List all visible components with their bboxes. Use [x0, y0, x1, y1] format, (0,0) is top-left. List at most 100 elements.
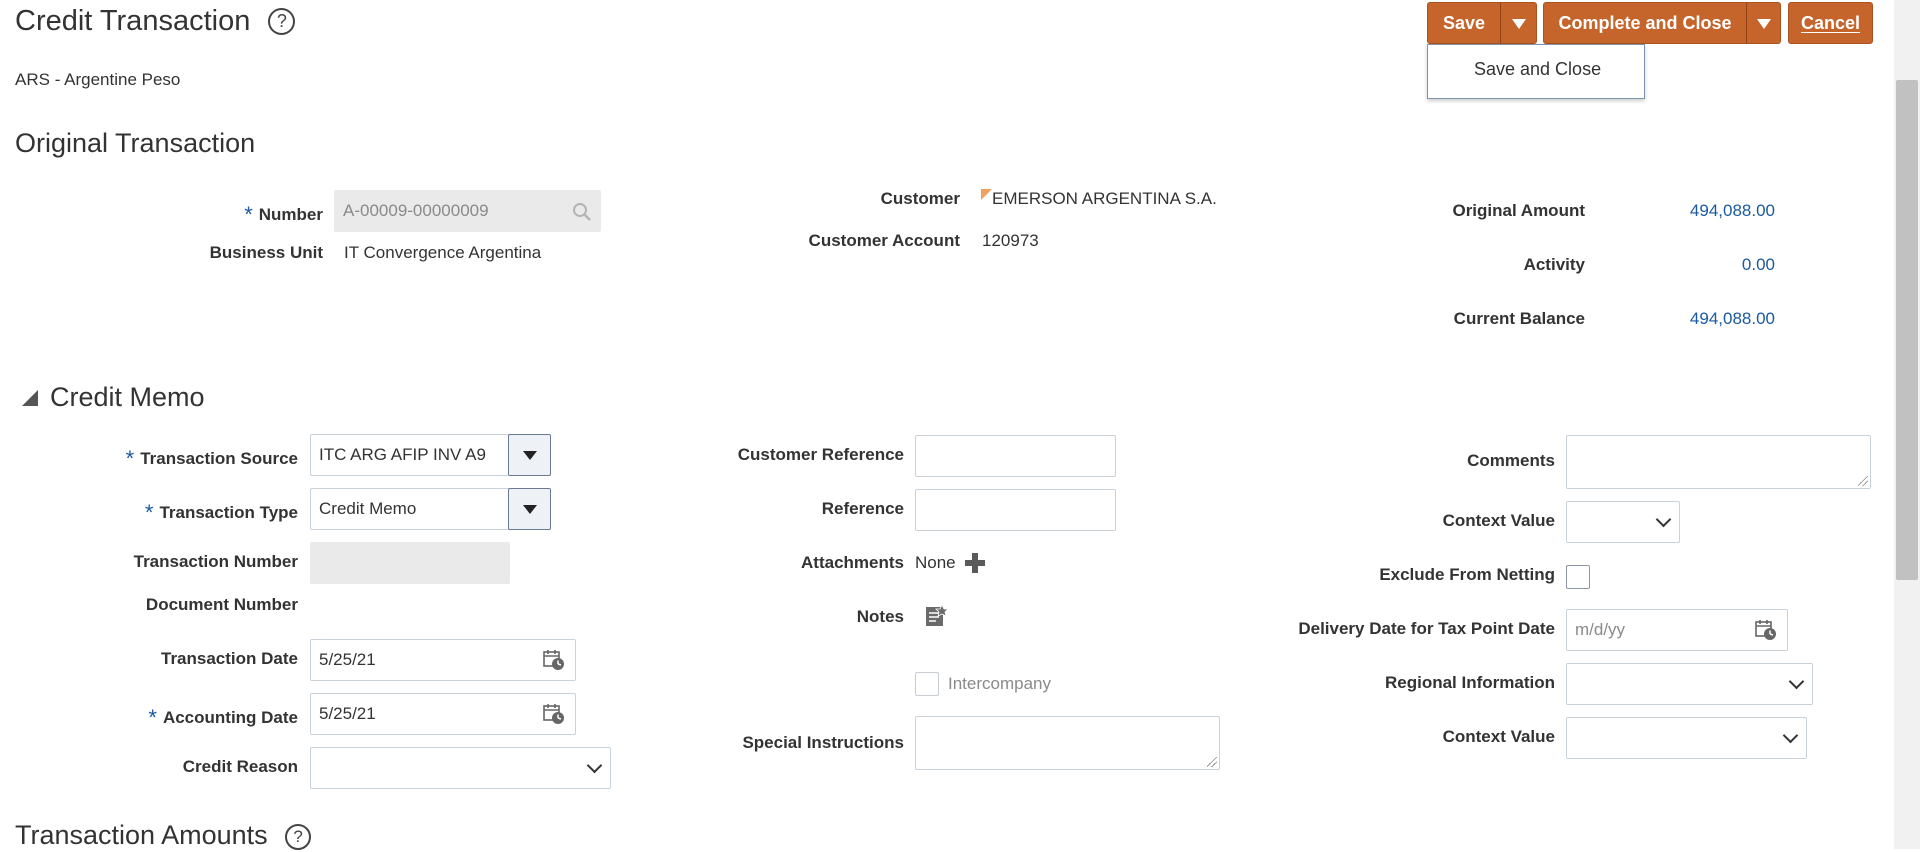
calendar-icon[interactable]: [543, 703, 565, 725]
resize-grip-icon[interactable]: [1207, 757, 1217, 767]
special-instructions-textarea[interactable]: [915, 716, 1220, 770]
section-title-original-transaction: Original Transaction: [15, 128, 256, 158]
transaction-number-label: Transaction Number: [133, 552, 298, 571]
context-value-select[interactable]: [1566, 501, 1680, 543]
transaction-type-dropdown-button[interactable]: [508, 488, 551, 530]
notes-label: Notes: [856, 607, 904, 626]
reference-input[interactable]: [915, 489, 1116, 531]
comments-textarea[interactable]: [1566, 435, 1871, 489]
save-menu-button[interactable]: [1500, 2, 1537, 44]
chevron-down-icon: [1782, 727, 1799, 744]
transaction-date-value: 5/25/21: [319, 650, 376, 669]
section-title-credit-memo: Credit Memo: [50, 382, 205, 412]
customer-label: Customer: [880, 189, 960, 208]
number-field[interactable]: A-00009-00000009: [334, 190, 601, 232]
transaction-source-label-text: Transaction Source: [140, 449, 298, 468]
calendar-icon[interactable]: [543, 649, 565, 671]
customer-value: EMERSON ARGENTINA S.A.: [992, 189, 1217, 208]
customer-reference-label: Customer Reference: [737, 445, 904, 464]
complete-and-close-button[interactable]: Complete and Close: [1543, 2, 1747, 44]
exclude-from-netting-checkbox[interactable]: [1566, 565, 1590, 589]
chevron-down-icon: [1655, 511, 1672, 528]
chevron-down-icon: [1788, 673, 1805, 690]
number-label: * Number: [150, 200, 323, 227]
vertical-scrollbar[interactable]: [1894, 0, 1920, 849]
section-title-transaction-amounts: Transaction Amounts ?: [15, 820, 312, 852]
context-value-2-select[interactable]: [1566, 717, 1807, 759]
required-indicator: *: [125, 446, 135, 471]
number-value: A-00009-00000009: [343, 201, 489, 220]
accounting-date-input[interactable]: 5/25/21: [310, 693, 576, 735]
transaction-date-label: Transaction Date: [161, 649, 298, 668]
accounting-date-value: 5/25/21: [319, 704, 376, 723]
save-dropdown-menu: Save and Close: [1427, 44, 1645, 99]
business-unit-value: IT Convergence Argentina: [344, 243, 542, 262]
credit-reason-label: Credit Reason: [182, 757, 298, 776]
currency-separator: -: [49, 70, 65, 89]
cancel-button-label: Cancel: [1800, 13, 1861, 33]
delivery-date-label: Delivery Date for Tax Point Date: [1298, 619, 1555, 638]
current-balance-label: Current Balance: [1453, 309, 1585, 328]
transaction-amounts-title: Transaction Amounts: [15, 820, 268, 850]
intercompany-label: Intercompany: [948, 674, 1051, 693]
question-circle-icon[interactable]: ?: [268, 8, 296, 35]
resize-grip-icon[interactable]: [1858, 476, 1868, 486]
complete-menu-button[interactable]: [1746, 2, 1781, 44]
credit-reason-select[interactable]: [310, 747, 611, 789]
chevron-down-icon: [586, 757, 603, 774]
transaction-source-dropdown-button[interactable]: [508, 434, 551, 476]
notes-icon[interactable]: [925, 604, 949, 628]
context-value-2-label: Context Value: [1442, 727, 1555, 746]
number-label-text: Number: [258, 205, 323, 224]
activity-value[interactable]: 0.00: [1660, 255, 1775, 275]
transaction-type-value: Credit Memo: [319, 499, 417, 518]
currency-label: ARS - Argentine Peso: [15, 70, 180, 90]
transaction-type-input[interactable]: Credit Memo: [310, 488, 510, 530]
original-amount-label: Original Amount: [1452, 201, 1585, 220]
exclude-from-netting-label: Exclude From Netting: [1379, 565, 1555, 584]
required-indicator: *: [244, 202, 253, 227]
intercompany-checkbox[interactable]: [915, 672, 939, 696]
search-icon[interactable]: [572, 202, 592, 222]
regional-information-select[interactable]: [1566, 663, 1813, 705]
question-circle-icon[interactable]: ?: [285, 824, 312, 850]
transaction-date-input[interactable]: 5/25/21: [310, 639, 576, 681]
customer-account-label: Customer Account: [808, 231, 960, 250]
regional-information-label: Regional Information: [1385, 673, 1555, 692]
context-value-label: Context Value: [1442, 511, 1555, 530]
accounting-date-label: * Accounting Date: [60, 703, 298, 730]
complete-and-close-label: Complete and Close: [1558, 13, 1732, 33]
special-instructions-label: Special Instructions: [742, 733, 904, 752]
customer-account-value: 120973: [982, 231, 1039, 250]
current-balance-value[interactable]: 494,088.00: [1660, 309, 1775, 329]
scrollbar-thumb[interactable]: [1896, 80, 1918, 580]
page-title-text: Credit Transaction: [15, 5, 251, 37]
transaction-number-field: [310, 542, 510, 584]
menu-item-save-and-close[interactable]: Save and Close: [1474, 59, 1601, 80]
customer-value-wrap: EMERSON ARGENTINA S.A.: [981, 189, 1217, 209]
transaction-source-label: * Transaction Source: [60, 444, 298, 471]
business-unit-label: Business Unit: [209, 243, 323, 262]
section-header-credit-memo[interactable]: Credit Memo: [22, 382, 205, 413]
calendar-icon[interactable]: [1755, 619, 1777, 641]
collapse-triangle-icon[interactable]: [22, 390, 38, 406]
page-title: Credit Transaction ?: [15, 5, 296, 38]
original-amount-value[interactable]: 494,088.00: [1660, 201, 1775, 221]
cancel-button[interactable]: Cancel: [1788, 2, 1873, 44]
save-button-label: Save: [1442, 13, 1486, 33]
transaction-source-value: ITC ARG AFIP INV A9: [319, 445, 486, 464]
transaction-type-label-text: Transaction Type: [159, 503, 298, 522]
document-number-label: Document Number: [145, 595, 298, 614]
attachments-label: Attachments: [801, 553, 904, 572]
customer-reference-input[interactable]: [915, 435, 1116, 477]
chevron-down-icon: [1756, 19, 1771, 30]
change-indicator-icon: [981, 189, 992, 200]
transaction-source-input[interactable]: ITC ARG AFIP INV A9: [310, 434, 510, 476]
chevron-down-icon: [1511, 19, 1526, 30]
required-indicator: *: [148, 705, 157, 730]
delivery-date-input[interactable]: m/d/yy: [1566, 609, 1788, 651]
currency-name: Argentine Peso: [64, 70, 181, 89]
attachments-value: None: [915, 553, 956, 572]
add-attachment-icon[interactable]: [964, 552, 986, 574]
save-button[interactable]: Save: [1427, 2, 1501, 44]
